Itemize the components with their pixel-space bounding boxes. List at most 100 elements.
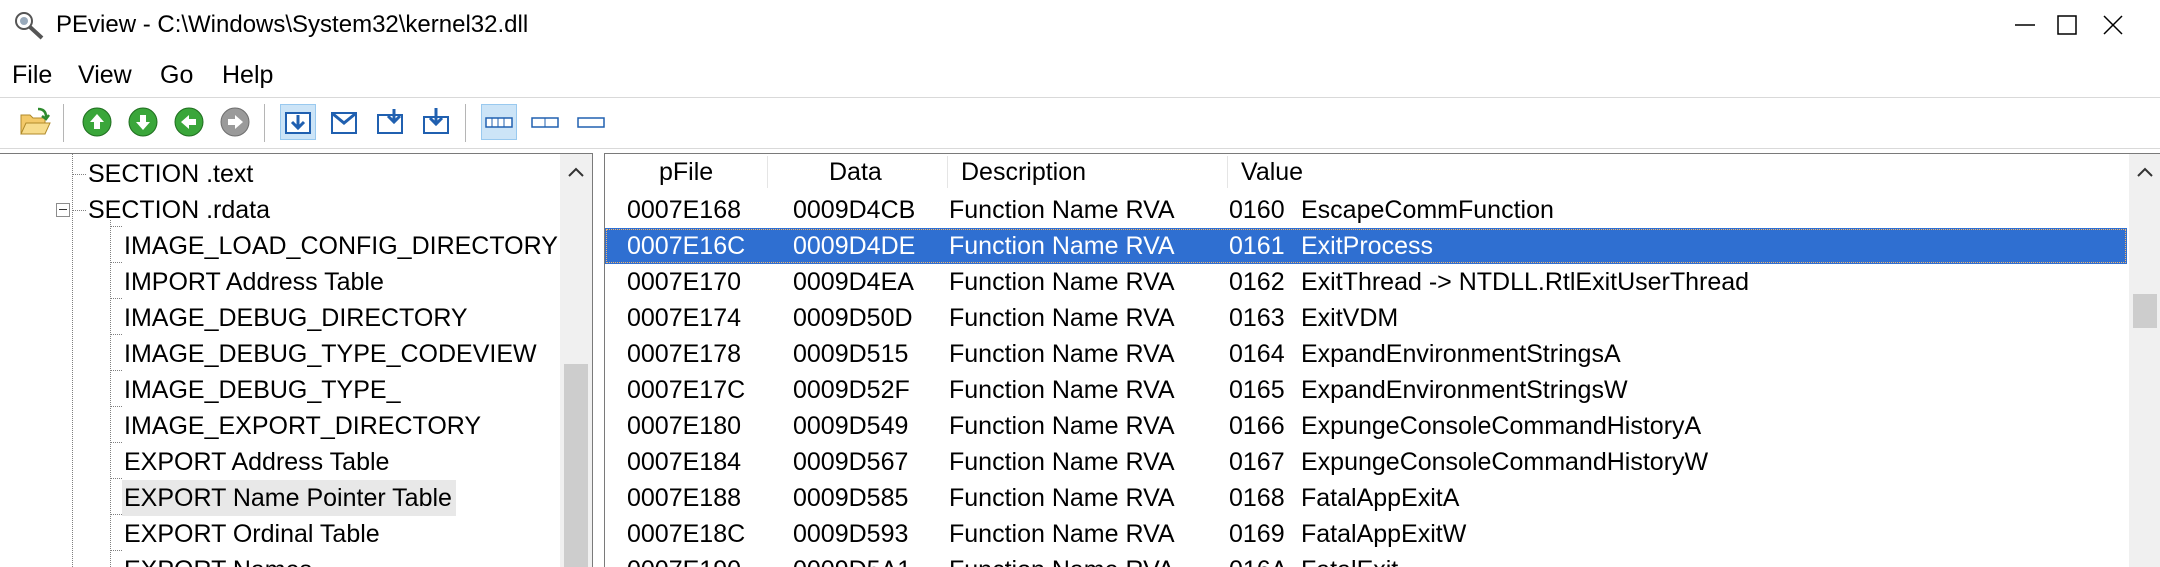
table-scroll-thumb[interactable] xyxy=(2133,294,2157,328)
layout-split-button[interactable] xyxy=(528,105,562,139)
table-scrollbar[interactable] xyxy=(2129,154,2160,567)
table-row[interactable]: 0007E190 0009D5A1 Function Name RVA 016A Fat… xyxy=(605,552,2127,567)
tree-item-export-name-pointer-table[interactable]: EXPORT Name Pointer Table xyxy=(122,480,456,516)
cell-ord: 0163 xyxy=(1229,304,1285,332)
cell-name: ExpungeConsoleCommandHistoryA xyxy=(1301,412,1702,440)
cell-name: ExitVDM xyxy=(1301,304,1399,332)
table-row-selected[interactable]: 0007E16C 0009D4DE Function Name RVA 0161 Exi… xyxy=(605,228,2127,264)
cell-description: Function Name RVA xyxy=(949,304,1175,332)
cell-ord: 0160 xyxy=(1229,196,1285,224)
cell-ord: 016A xyxy=(1229,552,1287,567)
back-button[interactable] xyxy=(172,105,206,139)
tree-item-debug-directory[interactable]: IMAGE_DEBUG_DIRECTORY xyxy=(124,300,468,336)
table-row[interactable]: 0007E174 0009D50D Function Name RVA 0163 Exi… xyxy=(605,300,2127,336)
cell-pfile: 0007E188 xyxy=(627,484,742,512)
window-title: PEview - C:\Windows\System32\kernel32.dl… xyxy=(56,11,529,38)
magnifier-app-icon xyxy=(12,10,46,40)
cell-description: Function Name RVA xyxy=(949,552,1175,567)
table-row[interactable]: 0007E178 0009D515 Function Name RVA 0164 Exp… xyxy=(605,336,2127,372)
table-row[interactable]: 0007E17C 0009D52F Function Name RVA 0165 Exp… xyxy=(605,372,2127,408)
tree-item-section-text[interactable]: SECTION .text xyxy=(88,156,253,192)
tree-scroll-thumb[interactable] xyxy=(564,364,588,567)
cell-data: 0009D585 xyxy=(793,484,909,512)
menu-bar: File View Go Help xyxy=(0,54,2160,96)
column-header-data[interactable]: Data xyxy=(829,154,882,190)
prev-item-button[interactable] xyxy=(80,105,114,139)
cell-ord: 0165 xyxy=(1229,376,1285,404)
tree-item-debug-codeview[interactable]: IMAGE_DEBUG_TYPE_CODEVIEW xyxy=(124,336,537,372)
tree-item-import-address-table[interactable]: IMPORT Address Table xyxy=(124,264,384,300)
menu-file[interactable]: File xyxy=(12,58,52,92)
view-qword-icon xyxy=(423,108,449,134)
cell-name: ExitProcess xyxy=(1301,232,1433,260)
view-dword-button[interactable] xyxy=(373,105,407,139)
cell-description: Function Name RVA xyxy=(949,340,1175,368)
collapse-toggle[interactable] xyxy=(56,203,70,217)
view-qword-button[interactable] xyxy=(419,105,453,139)
cell-description: Function Name RVA xyxy=(949,196,1175,224)
cell-name: FatalExit xyxy=(1301,552,1398,567)
cell-ord: 0166 xyxy=(1229,412,1285,440)
cell-name: ExpandEnvironmentStringsW xyxy=(1301,376,1628,404)
cell-pfile: 0007E190 xyxy=(627,552,741,567)
cell-pfile: 0007E18C xyxy=(627,520,746,548)
data-table-pane: pFile Data Description Value 0007E168 000… xyxy=(604,153,2160,567)
tree-pane: SECTION .text SECTION .rdata IMAGE_LOAD_… xyxy=(0,153,593,567)
tree-item-export-ordinal-table[interactable]: EXPORT Ordinal Table xyxy=(124,516,380,552)
column-header-value[interactable]: Value xyxy=(1241,154,1303,190)
down-arrow-icon xyxy=(128,107,158,137)
scroll-up-icon[interactable] xyxy=(2129,156,2160,190)
next-item-button[interactable] xyxy=(126,105,160,139)
cell-pfile: 0007E180 xyxy=(627,412,742,440)
tree-item-export-names[interactable]: EXPORT Names xyxy=(124,552,312,567)
view-word-button[interactable] xyxy=(327,105,361,139)
cell-pfile: 0007E174 xyxy=(627,304,742,332)
cell-ord: 0167 xyxy=(1229,448,1285,476)
forward-arrow-icon xyxy=(220,107,250,137)
table-row[interactable]: 0007E184 0009D567 Function Name RVA 0167 Exp… xyxy=(605,444,2127,480)
table-header: pFile Data Description Value xyxy=(605,154,2125,190)
table-row[interactable]: 0007E18C 0009D593 Function Name RVA 0169 Fat… xyxy=(605,516,2127,552)
close-button[interactable] xyxy=(2068,0,2158,50)
view-dword-icon xyxy=(377,109,403,134)
cell-name: FatalAppExitA xyxy=(1301,484,1460,512)
column-header-description[interactable]: Description xyxy=(961,154,1086,190)
cell-name: ExpandEnvironmentStringsA xyxy=(1301,340,1621,368)
open-file-button[interactable] xyxy=(18,105,52,139)
cell-name: EscapeCommFunction xyxy=(1301,196,1554,224)
cell-description: Function Name RVA xyxy=(949,412,1175,440)
tree-item-section-rdata[interactable]: SECTION .rdata xyxy=(88,192,270,228)
tree-scrollbar[interactable] xyxy=(560,154,592,567)
table-row[interactable]: 0007E170 0009D4EA Function Name RVA 0162 Exi… xyxy=(605,264,2127,300)
up-arrow-icon xyxy=(82,107,112,137)
menu-go[interactable]: Go xyxy=(160,58,193,92)
table-row[interactable]: 0007E180 0009D549 Function Name RVA 0166 Exp… xyxy=(605,408,2127,444)
tree-item-debug-type[interactable]: IMAGE_DEBUG_TYPE_ xyxy=(124,372,400,408)
tree-item-load-config[interactable]: IMAGE_LOAD_CONFIG_DIRECTORY xyxy=(124,228,558,264)
forward-button[interactable] xyxy=(218,105,252,139)
cell-data: 0009D4DE xyxy=(793,232,916,260)
scroll-up-icon[interactable] xyxy=(560,156,592,190)
cell-description: Function Name RVA xyxy=(949,268,1175,296)
cell-name: ExpungeConsoleCommandHistoryW xyxy=(1301,448,1709,476)
cell-description: Function Name RVA xyxy=(949,448,1175,476)
view-byte-button[interactable] xyxy=(280,104,316,140)
layout-split-icon xyxy=(531,117,559,128)
cell-name: FatalAppExitW xyxy=(1301,520,1467,548)
cell-pfile: 0007E168 xyxy=(627,196,742,224)
cell-description: Function Name RVA xyxy=(949,484,1175,512)
layout-single-button[interactable] xyxy=(574,105,608,139)
tree-item-export-address-table[interactable]: EXPORT Address Table xyxy=(124,444,389,480)
column-header-pfile[interactable]: pFile xyxy=(659,154,713,190)
cell-data: 0009D515 xyxy=(793,340,909,368)
menu-view[interactable]: View xyxy=(78,58,132,92)
cell-ord: 0168 xyxy=(1229,484,1285,512)
table-row[interactable]: 0007E188 0009D585 Function Name RVA 0168 Fat… xyxy=(605,480,2127,516)
cell-pfile: 0007E184 xyxy=(627,448,742,476)
layout-wide-button[interactable] xyxy=(481,104,517,140)
menu-help[interactable]: Help xyxy=(222,58,273,92)
tree-item-export-directory[interactable]: IMAGE_EXPORT_DIRECTORY xyxy=(124,408,481,444)
cell-data: 0009D549 xyxy=(793,412,909,440)
table-row[interactable]: 0007E168 0009D4CB Function Name RVA 0160 Esc… xyxy=(605,192,2127,228)
cell-description: Function Name RVA xyxy=(949,520,1175,548)
